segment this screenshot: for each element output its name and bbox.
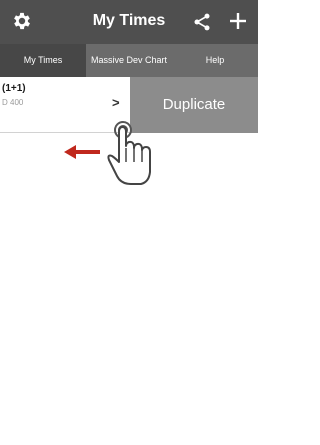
- top-app-bar: My Times: [0, 0, 258, 44]
- tab-help[interactable]: Help: [172, 44, 258, 77]
- list-item-subtitle: D 400: [2, 98, 24, 107]
- swipe-left-arrow-icon: [64, 145, 100, 159]
- chevron-right-icon: >: [112, 95, 120, 110]
- hand-pointer-icon: [107, 121, 151, 185]
- app-screen: My Times My Times Massive Dev Chart Help…: [0, 0, 258, 445]
- plus-icon[interactable]: [228, 11, 248, 31]
- list-item-title: (1+1): [2, 83, 26, 94]
- tab-bar: My Times Massive Dev Chart Help: [0, 44, 258, 77]
- gear-icon[interactable]: [11, 10, 33, 32]
- share-icon[interactable]: [192, 12, 212, 32]
- tab-massive-dev-chart[interactable]: Massive Dev Chart: [86, 44, 172, 77]
- tab-my-times[interactable]: My Times: [0, 44, 86, 77]
- page-title: My Times: [92, 12, 166, 29]
